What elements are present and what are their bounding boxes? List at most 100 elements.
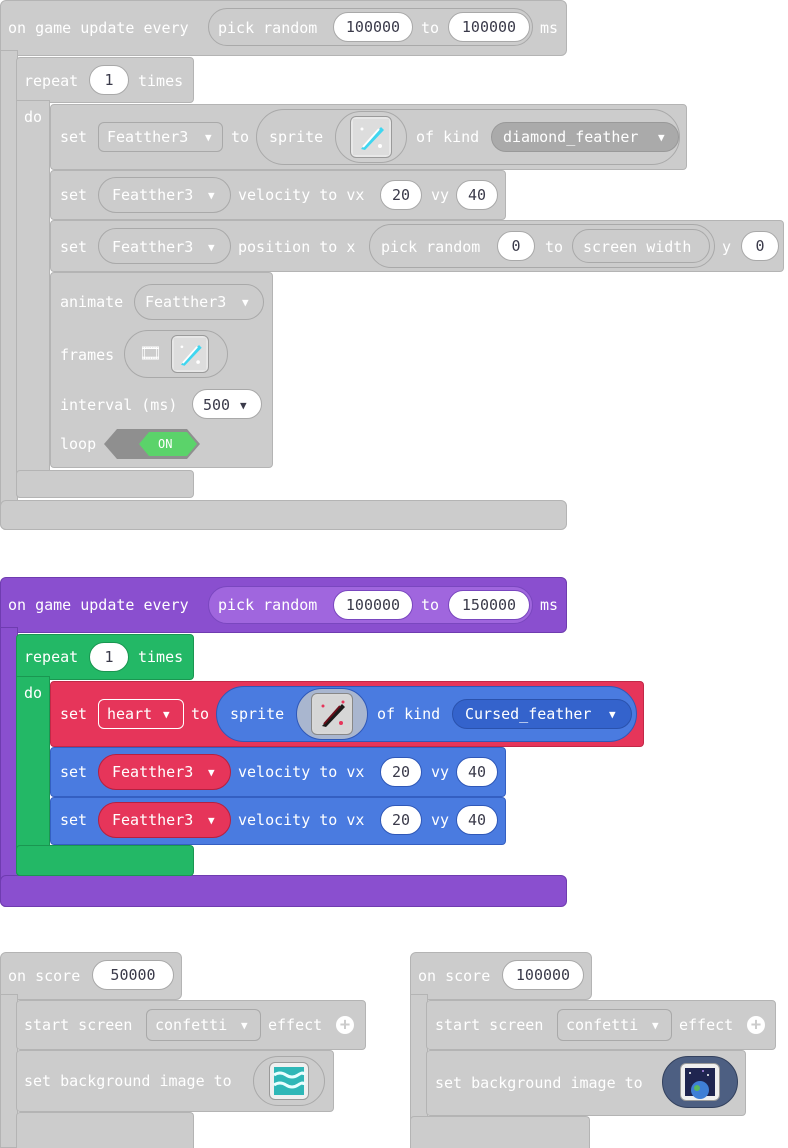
set-label: set: [60, 186, 88, 204]
plus-icon[interactable]: +: [336, 1016, 354, 1034]
y-label: y: [722, 238, 732, 256]
chevron-down-icon: ▼: [609, 708, 616, 721]
kind-value: diamond_feather: [503, 128, 639, 146]
vx-input[interactable]: 20: [380, 180, 422, 210]
random-max-input[interactable]: 100000: [448, 12, 530, 42]
block-footer: [16, 1112, 194, 1148]
vy-input[interactable]: 40: [456, 757, 498, 787]
chevron-down-icon: ▼: [208, 241, 215, 254]
score-input[interactable]: 50000: [92, 960, 174, 990]
random-min-input[interactable]: 100000: [333, 12, 413, 42]
set-background-label: set background image to: [435, 1074, 643, 1092]
animate-label: animate: [60, 293, 124, 311]
film-icon: 🎞: [139, 343, 162, 364]
random-max-input[interactable]: 150000: [448, 590, 530, 620]
do-label: do: [24, 684, 43, 702]
vy-label: vy: [431, 763, 450, 781]
repeat-label: repeat: [24, 72, 79, 90]
event-footer: [0, 500, 567, 530]
start-screen-label: start screen: [24, 1016, 133, 1034]
set-label: set: [60, 811, 88, 829]
chevron-down-icon: ▼: [163, 708, 170, 721]
set-label: set: [60, 238, 88, 256]
y-input[interactable]: 0: [741, 231, 779, 261]
on-score-label: on score: [8, 967, 81, 985]
variable-name: heart: [107, 705, 153, 723]
cursed-feather-icon: [311, 693, 353, 735]
variable-name: Featther3: [112, 811, 194, 829]
position-label: position to x: [238, 238, 356, 256]
set-background-label: set background image to: [24, 1072, 232, 1090]
toggle-state: ON: [158, 437, 173, 451]
repeat-label: repeat: [24, 648, 79, 666]
set-label: set: [60, 128, 88, 146]
of-kind-label: of kind: [377, 705, 441, 723]
diamond-feather-icon: [171, 335, 209, 373]
repeat-count-input[interactable]: 1: [89, 642, 129, 672]
screen-width-label: screen width: [583, 238, 692, 256]
diamond-feather-icon: [350, 116, 392, 158]
effect-value: confetti: [566, 1016, 639, 1034]
repeat-body: [16, 100, 50, 498]
chevron-down-icon: ▼: [241, 1019, 248, 1032]
plus-icon[interactable]: +: [747, 1016, 765, 1034]
chevron-down-icon: ▼: [652, 1019, 659, 1032]
repeat-footer: [16, 470, 194, 498]
vx-input[interactable]: 20: [380, 757, 422, 787]
random-min-input[interactable]: 0: [497, 231, 535, 261]
times-label: times: [138, 72, 184, 90]
chevron-down-icon: ▼: [208, 766, 215, 779]
interval-label: interval (ms): [60, 396, 178, 414]
to-label: to: [191, 705, 210, 723]
sprite-label: sprite: [230, 705, 285, 723]
pick-random-label: pick random: [218, 596, 318, 614]
vy-input[interactable]: 40: [456, 805, 498, 835]
effect-label: effect: [268, 1016, 323, 1034]
start-screen-label: start screen: [435, 1016, 544, 1034]
ocean-waves-image-icon: [269, 1062, 309, 1100]
space-planet-image-icon: [680, 1063, 720, 1101]
variable-name: Featther3: [112, 186, 194, 204]
chevron-down-icon: ▼: [658, 131, 665, 144]
sprite-label: sprite: [269, 128, 324, 146]
velocity-label: velocity to vx: [238, 811, 365, 829]
velocity-label: velocity to vx: [238, 186, 365, 204]
do-label: do: [24, 108, 43, 126]
times-label: times: [138, 648, 184, 666]
chevron-down-icon: ▼: [240, 399, 247, 412]
interval-value: 500: [203, 396, 231, 414]
variable-name: Featther3: [112, 238, 194, 256]
set-label: set: [60, 705, 88, 723]
effect-label: effect: [679, 1016, 734, 1034]
ms-label: ms: [540, 19, 559, 37]
event-label: on game update every: [8, 596, 189, 614]
ms-label: ms: [540, 596, 559, 614]
pick-random-label: pick random: [381, 238, 481, 256]
variable-name: Featther3: [107, 128, 189, 146]
to-label: to: [231, 128, 250, 146]
variable-name: Featther3: [145, 293, 227, 311]
event-label: on game update every: [8, 19, 189, 37]
to-label: to: [545, 238, 564, 256]
kind-value: Cursed_feather: [465, 705, 592, 723]
score-input[interactable]: 100000: [502, 960, 584, 990]
of-kind-label: of kind: [416, 128, 480, 146]
random-min-input[interactable]: 100000: [333, 590, 413, 620]
vx-input[interactable]: 20: [380, 805, 422, 835]
set-label: set: [60, 763, 88, 781]
effect-value: confetti: [155, 1016, 228, 1034]
chevron-down-icon: ▼: [208, 814, 215, 827]
vy-label: vy: [431, 811, 450, 829]
velocity-label: velocity to vx: [238, 763, 365, 781]
chevron-down-icon: ▼: [205, 131, 212, 144]
vy-input[interactable]: 40: [456, 180, 498, 210]
block-footer: [410, 1116, 590, 1148]
vy-label: vy: [431, 186, 450, 204]
repeat-count-input[interactable]: 1: [89, 65, 129, 95]
loop-toggle[interactable]: [103, 428, 201, 460]
to-label: to: [421, 596, 440, 614]
frames-label: frames: [60, 346, 115, 364]
repeat-footer: [16, 845, 194, 876]
chevron-down-icon: ▼: [208, 189, 215, 202]
loop-label: loop: [60, 435, 97, 453]
